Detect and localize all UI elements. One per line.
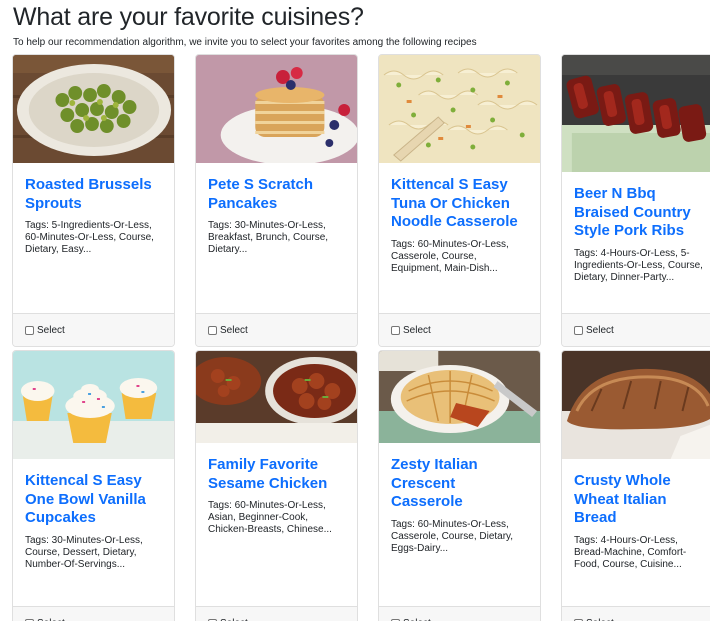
recipe-photo-wheat-bread — [562, 351, 710, 459]
recipe-tags: Tags: 60-Minutes-Or-Less, Casserole, Cou… — [391, 238, 509, 274]
recipe-title[interactable]: Roasted Brussels Sprouts — [25, 176, 162, 213]
recipe-photo-brussels-sprouts — [13, 55, 174, 163]
recipe-title[interactable]: Zesty Italian Crescent Casserole — [391, 456, 528, 512]
recipe-photo-noodle-casserole — [379, 55, 540, 163]
recipe-photo-vanilla-cupcakes — [13, 351, 174, 459]
select-label: Select — [403, 324, 431, 336]
select-checkbox-row[interactable]: Select — [379, 606, 540, 621]
select-label: Select — [220, 324, 248, 336]
recipe-card: Roasted Brussels Sprouts Tags: 5-Ingredi… — [12, 54, 175, 347]
select-checkbox-row[interactable]: Select — [562, 313, 710, 346]
recipe-tags: Tags: 4-Hours-Or-Less, Bread-Machine, Co… — [574, 534, 687, 570]
select-checkbox-row[interactable]: Select — [379, 313, 540, 346]
page-title: What are your favorite cuisines? — [13, 3, 364, 31]
select-label: Select — [586, 618, 614, 621]
select-label: Select — [37, 618, 65, 621]
select-label: Select — [586, 324, 614, 336]
select-label: Select — [37, 324, 65, 336]
recipe-card: Kittencal S Easy One Bowl Vanilla Cupcak… — [12, 350, 175, 621]
select-label: Select — [403, 618, 431, 621]
recipe-title[interactable]: Pete S Scratch Pancakes — [208, 176, 345, 213]
select-checkbox[interactable] — [391, 325, 400, 335]
recipe-title[interactable]: Kittencal S Easy One Bowl Vanilla Cupcak… — [25, 472, 162, 528]
recipe-photo-pancakes — [196, 55, 357, 163]
select-checkbox-row[interactable]: Select — [196, 606, 357, 621]
select-checkbox[interactable] — [25, 325, 34, 335]
recipe-card: Beer N Bbq Braised Country Style Pork Ri… — [561, 54, 710, 347]
recipe-title[interactable]: Kittencal S Easy Tuna Or Chicken Noodle … — [391, 176, 528, 232]
recipe-photo-crescent-casserole — [379, 351, 540, 443]
page-subtitle: To help our recommendation algorithm, we… — [13, 37, 477, 48]
recipe-tags: Tags: 60-Minutes-Or-Less, Asian, Beginne… — [208, 500, 332, 536]
recipe-card: Crusty Whole Wheat Italian Bread Tags: 4… — [561, 350, 710, 621]
recipe-card: Pete S Scratch Pancakes Tags: 30-Minutes… — [195, 54, 358, 347]
recipe-card: Kittencal S Easy Tuna Or Chicken Noodle … — [378, 54, 541, 347]
recipe-title[interactable]: Family Favorite Sesame Chicken — [208, 456, 345, 493]
recipe-tags: Tags: 30-Minutes-Or-Less, Breakfast, Bru… — [208, 220, 329, 256]
recipe-tags: Tags: 4-Hours-Or-Less, 5-Ingredients-Or-… — [574, 247, 703, 283]
select-checkbox[interactable] — [574, 325, 583, 335]
select-label: Select — [220, 618, 248, 621]
recipe-title[interactable]: Crusty Whole Wheat Italian Bread — [574, 472, 708, 528]
select-checkbox-row[interactable]: Select — [562, 606, 710, 621]
recipe-photo-sesame-chicken — [196, 351, 357, 443]
select-checkbox-row[interactable]: Select — [13, 313, 174, 346]
recipe-tags: Tags: 5-Ingredients-Or-Less, 60-Minutes-… — [25, 220, 154, 256]
recipe-title[interactable]: Beer N Bbq Braised Country Style Pork Ri… — [574, 185, 708, 241]
recipe-tags: Tags: 30-Minutes-Or-Less, Course, Desser… — [25, 534, 143, 570]
recipe-card: Zesty Italian Crescent Casserole Tags: 6… — [378, 350, 541, 621]
recipe-tags: Tags: 60-Minutes-Or-Less, Casserole, Cou… — [391, 518, 514, 554]
select-checkbox[interactable] — [208, 325, 217, 335]
select-checkbox-row[interactable]: Select — [196, 313, 357, 346]
recipe-card: Family Favorite Sesame Chicken Tags: 60-… — [195, 350, 358, 621]
recipe-photo-pork-ribs — [562, 55, 710, 172]
select-checkbox-row[interactable]: Select — [13, 606, 174, 621]
